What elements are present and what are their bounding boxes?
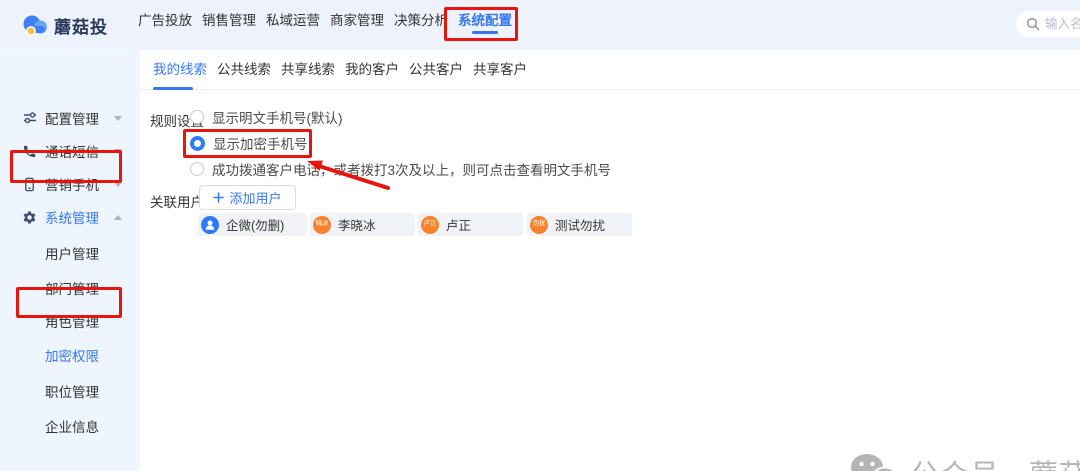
- phone-icon: [22, 143, 38, 159]
- radio-option-call-success-reveal[interactable]: 成功拨通客户电话，或者拨打3次及以上，则可点击查看明文手机号: [190, 161, 611, 178]
- avatar: 晓冰: [313, 215, 331, 234]
- logo-text: 蘑菇投: [54, 18, 108, 37]
- watermark-text: 公众号 · 蘑菇投软件: [910, 452, 1080, 471]
- tab-public-customers[interactable]: 公共客户: [409, 50, 463, 90]
- sidebar-group-system-management[interactable]: 系统管理: [0, 200, 140, 234]
- chevron-down-icon: [114, 148, 122, 154]
- user-chip[interactable]: 晓冰 李晓冰: [310, 213, 415, 236]
- tab-public-leads[interactable]: 公共线索: [217, 50, 271, 90]
- sidebar-group-label: 通话短信: [45, 145, 99, 160]
- chevron-up-icon: [114, 214, 122, 220]
- avatar: 勿扰: [530, 215, 548, 234]
- sliders-icon: [22, 110, 38, 126]
- sidebar-group-marketing-phone[interactable]: 营销手机: [0, 167, 140, 201]
- chevron-down-icon: [114, 181, 122, 187]
- global-search[interactable]: [1016, 11, 1080, 37]
- plus-icon: [213, 192, 225, 203]
- sidebar-item-encryption-permission[interactable]: 加密权限: [0, 340, 140, 370]
- sidebar-item-company-info[interactable]: 企业信息: [0, 411, 140, 441]
- tab-my-customers[interactable]: 我的客户: [345, 50, 399, 90]
- user-chip[interactable]: 企微(勿删): [198, 213, 307, 236]
- nav-item-merchant[interactable]: 商家管理: [330, 0, 384, 42]
- sidebar-group-config[interactable]: 配置管理: [0, 101, 140, 135]
- avatar: 卢正: [421, 215, 439, 234]
- sidebar-group-call-sms[interactable]: 通话短信: [0, 134, 140, 168]
- radio-selected-icon[interactable]: [190, 135, 205, 151]
- search-icon: [1026, 17, 1040, 31]
- main-content: 我的线索 公共线索 共享线索 我的客户 公共客户 共享客户 规则设置 显示明文手…: [140, 50, 1080, 471]
- add-user-button[interactable]: 添加用户: [199, 185, 296, 210]
- lead-tabs: 我的线索 公共线索 共享线索 我的客户 公共客户 共享客户: [140, 50, 1080, 90]
- user-chip[interactable]: 卢正 卢正: [418, 213, 523, 236]
- sidebar-item-role-management[interactable]: 角色管理: [0, 306, 140, 336]
- tab-shared-leads[interactable]: 共享线索: [281, 50, 335, 90]
- mushroom-cloud-logo-icon: [23, 15, 47, 36]
- mobile-icon: [22, 176, 38, 192]
- sidebar-group-label: 系统管理: [45, 211, 99, 226]
- sidebar-group-label: 配置管理: [45, 112, 99, 127]
- radio-option-encrypted-phone[interactable]: 显示加密手机号: [190, 135, 308, 152]
- sidebar-item-user-management[interactable]: 用户管理: [0, 238, 140, 268]
- gear-icon: [22, 209, 38, 225]
- wechat-icon: [851, 454, 896, 471]
- nav-item-private-domain[interactable]: 私域运营: [266, 0, 320, 42]
- radio-unselected-icon[interactable]: [190, 162, 204, 176]
- tab-my-leads[interactable]: 我的线索: [153, 50, 207, 90]
- nav-item-system-config[interactable]: 系统配置: [458, 0, 512, 42]
- top-navbar: 蘑菇投 广告投放 销售管理 私域运营 商家管理 决策分析 系统配置: [0, 0, 1080, 50]
- search-input[interactable]: [1045, 17, 1080, 31]
- nav-item-ad[interactable]: 广告投放: [138, 0, 192, 42]
- nav-item-analytics[interactable]: 决策分析: [394, 0, 448, 42]
- app-logo: 蘑菇投: [22, 13, 108, 38]
- related-users-section-label: 关联用户: [150, 195, 204, 210]
- sidebar-group-label: 营销手机: [45, 178, 99, 193]
- user-chip[interactable]: 勿扰 测试勿扰: [527, 213, 632, 236]
- nav-item-sales[interactable]: 销售管理: [202, 0, 256, 42]
- person-icon: [205, 220, 215, 230]
- sidebar: 配置管理 通话短信 营销手机 系统管理 用户管理 部门管理 角色管理 加密权限 …: [0, 50, 140, 471]
- radio-unselected-icon[interactable]: [190, 110, 204, 124]
- chevron-down-icon: [114, 115, 122, 121]
- avatar: [201, 215, 219, 234]
- app-window: 蘑菇投 广告投放 销售管理 私域运营 商家管理 决策分析 系统配置 输入名称 配…: [0, 0, 1080, 471]
- sidebar-item-position-management[interactable]: 职位管理: [0, 376, 140, 406]
- sidebar-item-department-management[interactable]: 部门管理: [0, 273, 140, 303]
- primary-nav: 广告投放 销售管理 私域运营 商家管理 决策分析 系统配置: [138, 0, 512, 42]
- watermark: 公众号 · 蘑菇投软件: [850, 452, 1080, 471]
- tab-shared-customers[interactable]: 共享客户: [473, 50, 527, 90]
- radio-option-plaintext-phone[interactable]: 显示明文手机号(默认): [190, 109, 343, 126]
